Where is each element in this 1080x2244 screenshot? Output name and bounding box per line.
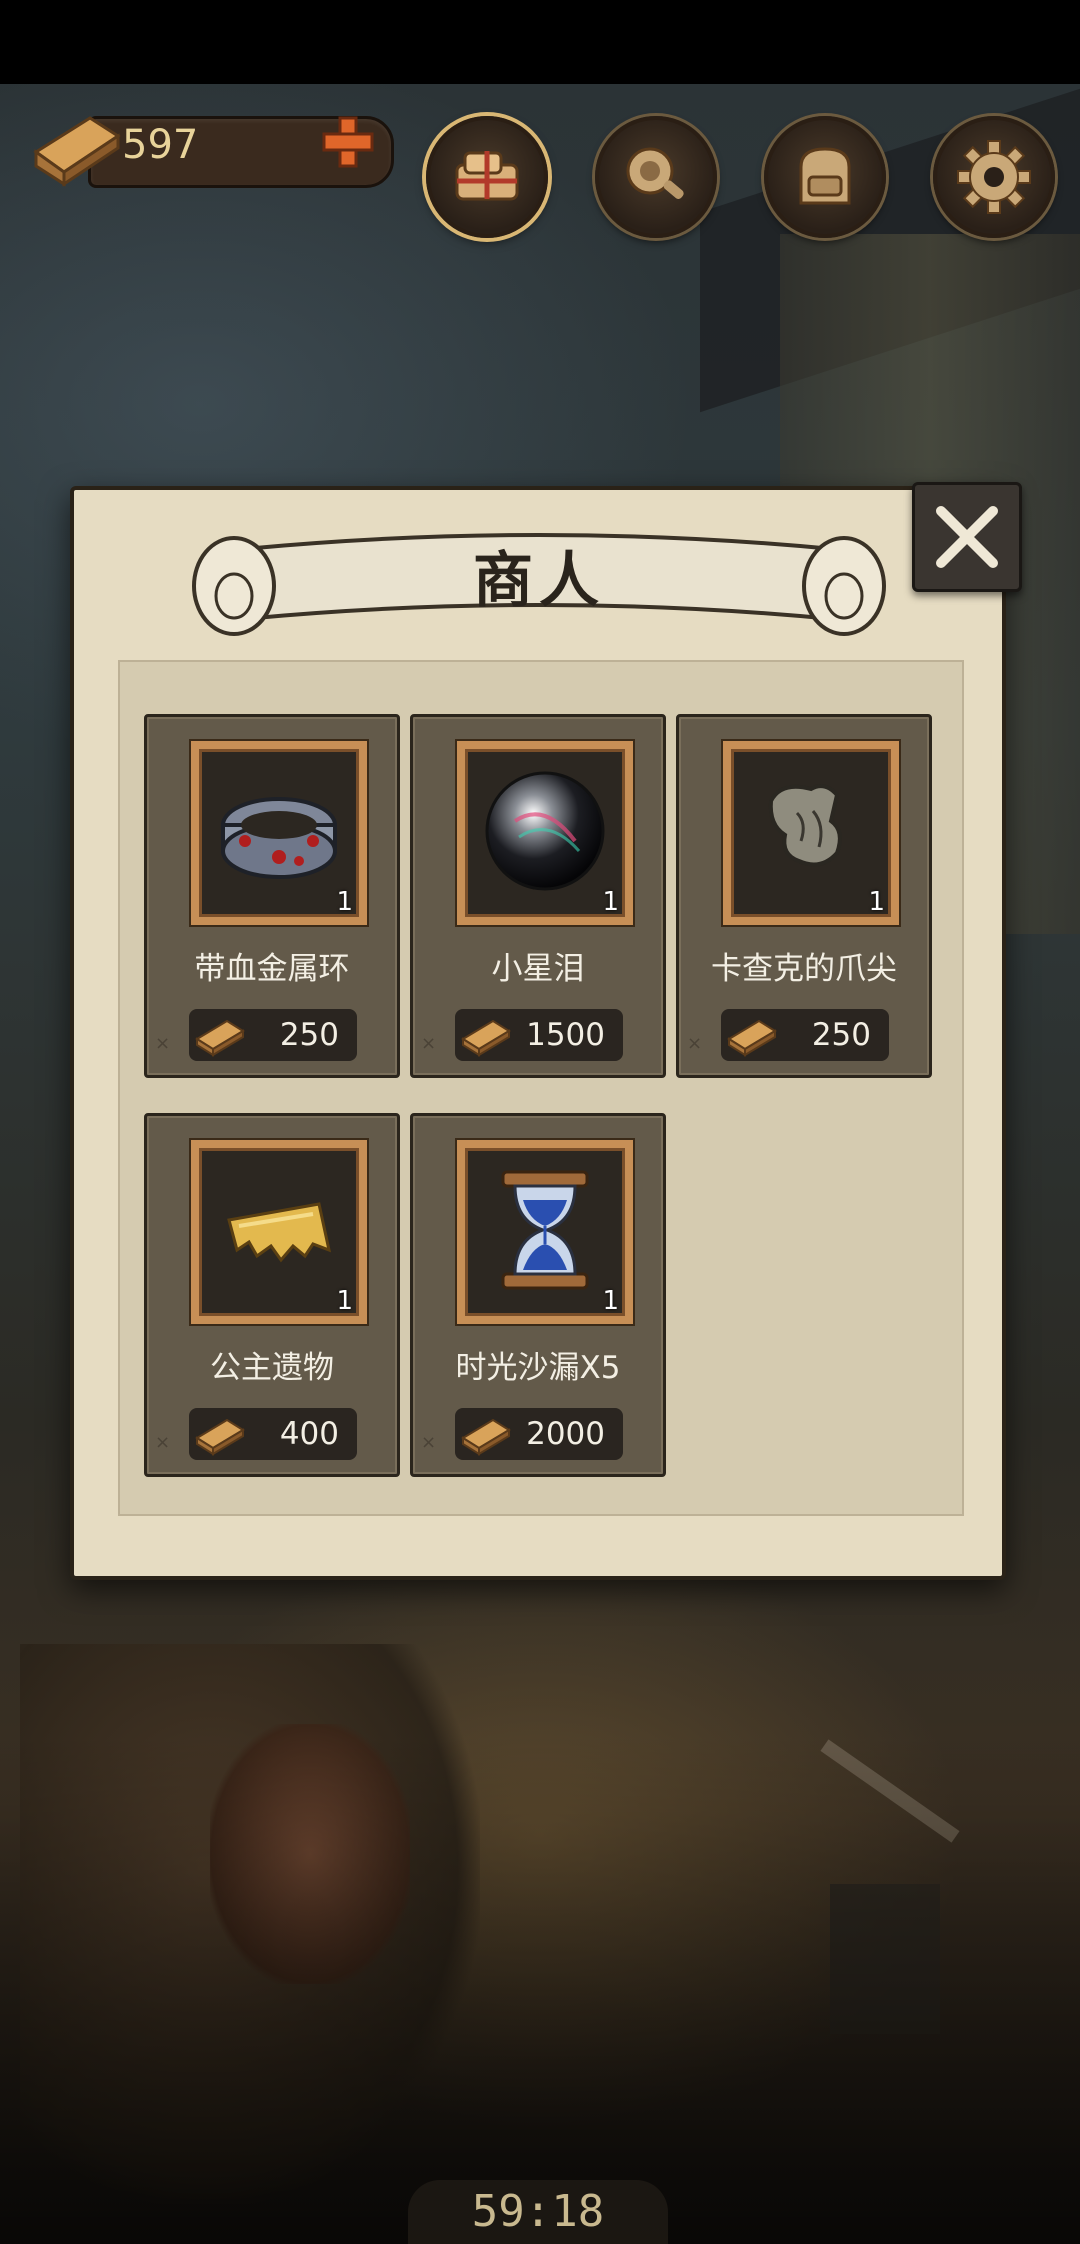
item-price: 2000: [526, 1416, 605, 1452]
add-wood-button[interactable]: [318, 112, 378, 172]
bundle-icon: [455, 151, 519, 201]
item-name: 公主遗物: [210, 1350, 334, 1386]
backpack-icon: [799, 147, 851, 205]
countdown-timer: 59:18: [408, 2180, 668, 2244]
item-name: 时光沙漏X5: [455, 1350, 621, 1386]
status-bar: [0, 0, 1080, 84]
price-tag[interactable]: 400: [189, 1408, 357, 1460]
item-price: 400: [279, 1416, 339, 1452]
claw-tip-icon: [768, 784, 842, 867]
close-button[interactable]: [912, 482, 1022, 592]
item-price: 1500: [526, 1017, 605, 1053]
horn-button[interactable]: [595, 116, 717, 238]
item-name: 小星泪: [491, 951, 585, 987]
star-tear-orb-icon: [485, 771, 605, 891]
price-tag[interactable]: 1500: [455, 1009, 623, 1061]
item-grid: 1 带血金属环 × 250 1 小星泪 × 1500 1 卡查克的爪尖 × 25…: [118, 660, 964, 1516]
wood-log-icon: [727, 1019, 777, 1057]
shop-item-card[interactable]: 1 卡查克的爪尖 × 250: [676, 714, 932, 1078]
wood-log-icon: [461, 1019, 511, 1057]
price-tag[interactable]: 250: [721, 1009, 889, 1061]
wood-counter: 597: [28, 110, 394, 188]
wood-amount: 597: [122, 122, 199, 168]
item-price: 250: [279, 1017, 339, 1053]
item-qty: 1: [602, 887, 619, 917]
backpack-button[interactable]: [764, 116, 886, 238]
item-qty: 1: [336, 1286, 353, 1316]
horn-icon: [626, 147, 684, 199]
shop-item-card[interactable]: 1 时光沙漏X5 × 2000: [410, 1113, 666, 1477]
item-name: 卡查克的爪尖: [711, 951, 897, 987]
panel-title: 商人: [473, 546, 605, 616]
price-tag[interactable]: 250: [189, 1009, 357, 1061]
item-name: 带血金属环: [194, 951, 350, 987]
title-banner: 商人: [174, 510, 904, 640]
gear-icon: [957, 140, 1031, 214]
item-frame: 1: [457, 1140, 633, 1324]
wood-log-icon: [195, 1019, 245, 1057]
cloth-scrap-icon: [227, 1202, 332, 1263]
ground-shadow: [0, 1734, 1080, 2244]
shop-button[interactable]: [426, 116, 548, 238]
hourglass-icon: [501, 1170, 589, 1290]
wood-log-icon: [195, 1418, 245, 1456]
item-frame: 1: [191, 1140, 367, 1324]
close-icon: [936, 506, 998, 568]
shop-item-card[interactable]: 1 公主遗物 × 400: [144, 1113, 400, 1477]
item-price: 250: [811, 1017, 871, 1053]
bloody-metal-ring-icon: [221, 797, 337, 879]
item-qty: 1: [868, 887, 885, 917]
item-qty: 1: [336, 887, 353, 917]
item-qty: 1: [602, 1286, 619, 1316]
item-frame: 1: [723, 741, 899, 925]
item-frame: 1: [191, 741, 367, 925]
item-frame: 1: [457, 741, 633, 925]
shop-item-card[interactable]: 1 带血金属环 × 250: [144, 714, 400, 1078]
settings-button[interactable]: [933, 116, 1055, 238]
wood-log-icon: [33, 116, 121, 187]
price-tag[interactable]: 2000: [455, 1408, 623, 1460]
shop-item-card[interactable]: 1 小星泪 × 1500: [410, 714, 666, 1078]
merchant-panel: 商人 1 带血金属环 × 250 1 小星泪 × 1500 1 卡查克的爪尖 ×…: [70, 486, 1006, 1580]
timer-text: 59:18: [471, 2186, 605, 2237]
wood-log-icon: [461, 1418, 511, 1456]
